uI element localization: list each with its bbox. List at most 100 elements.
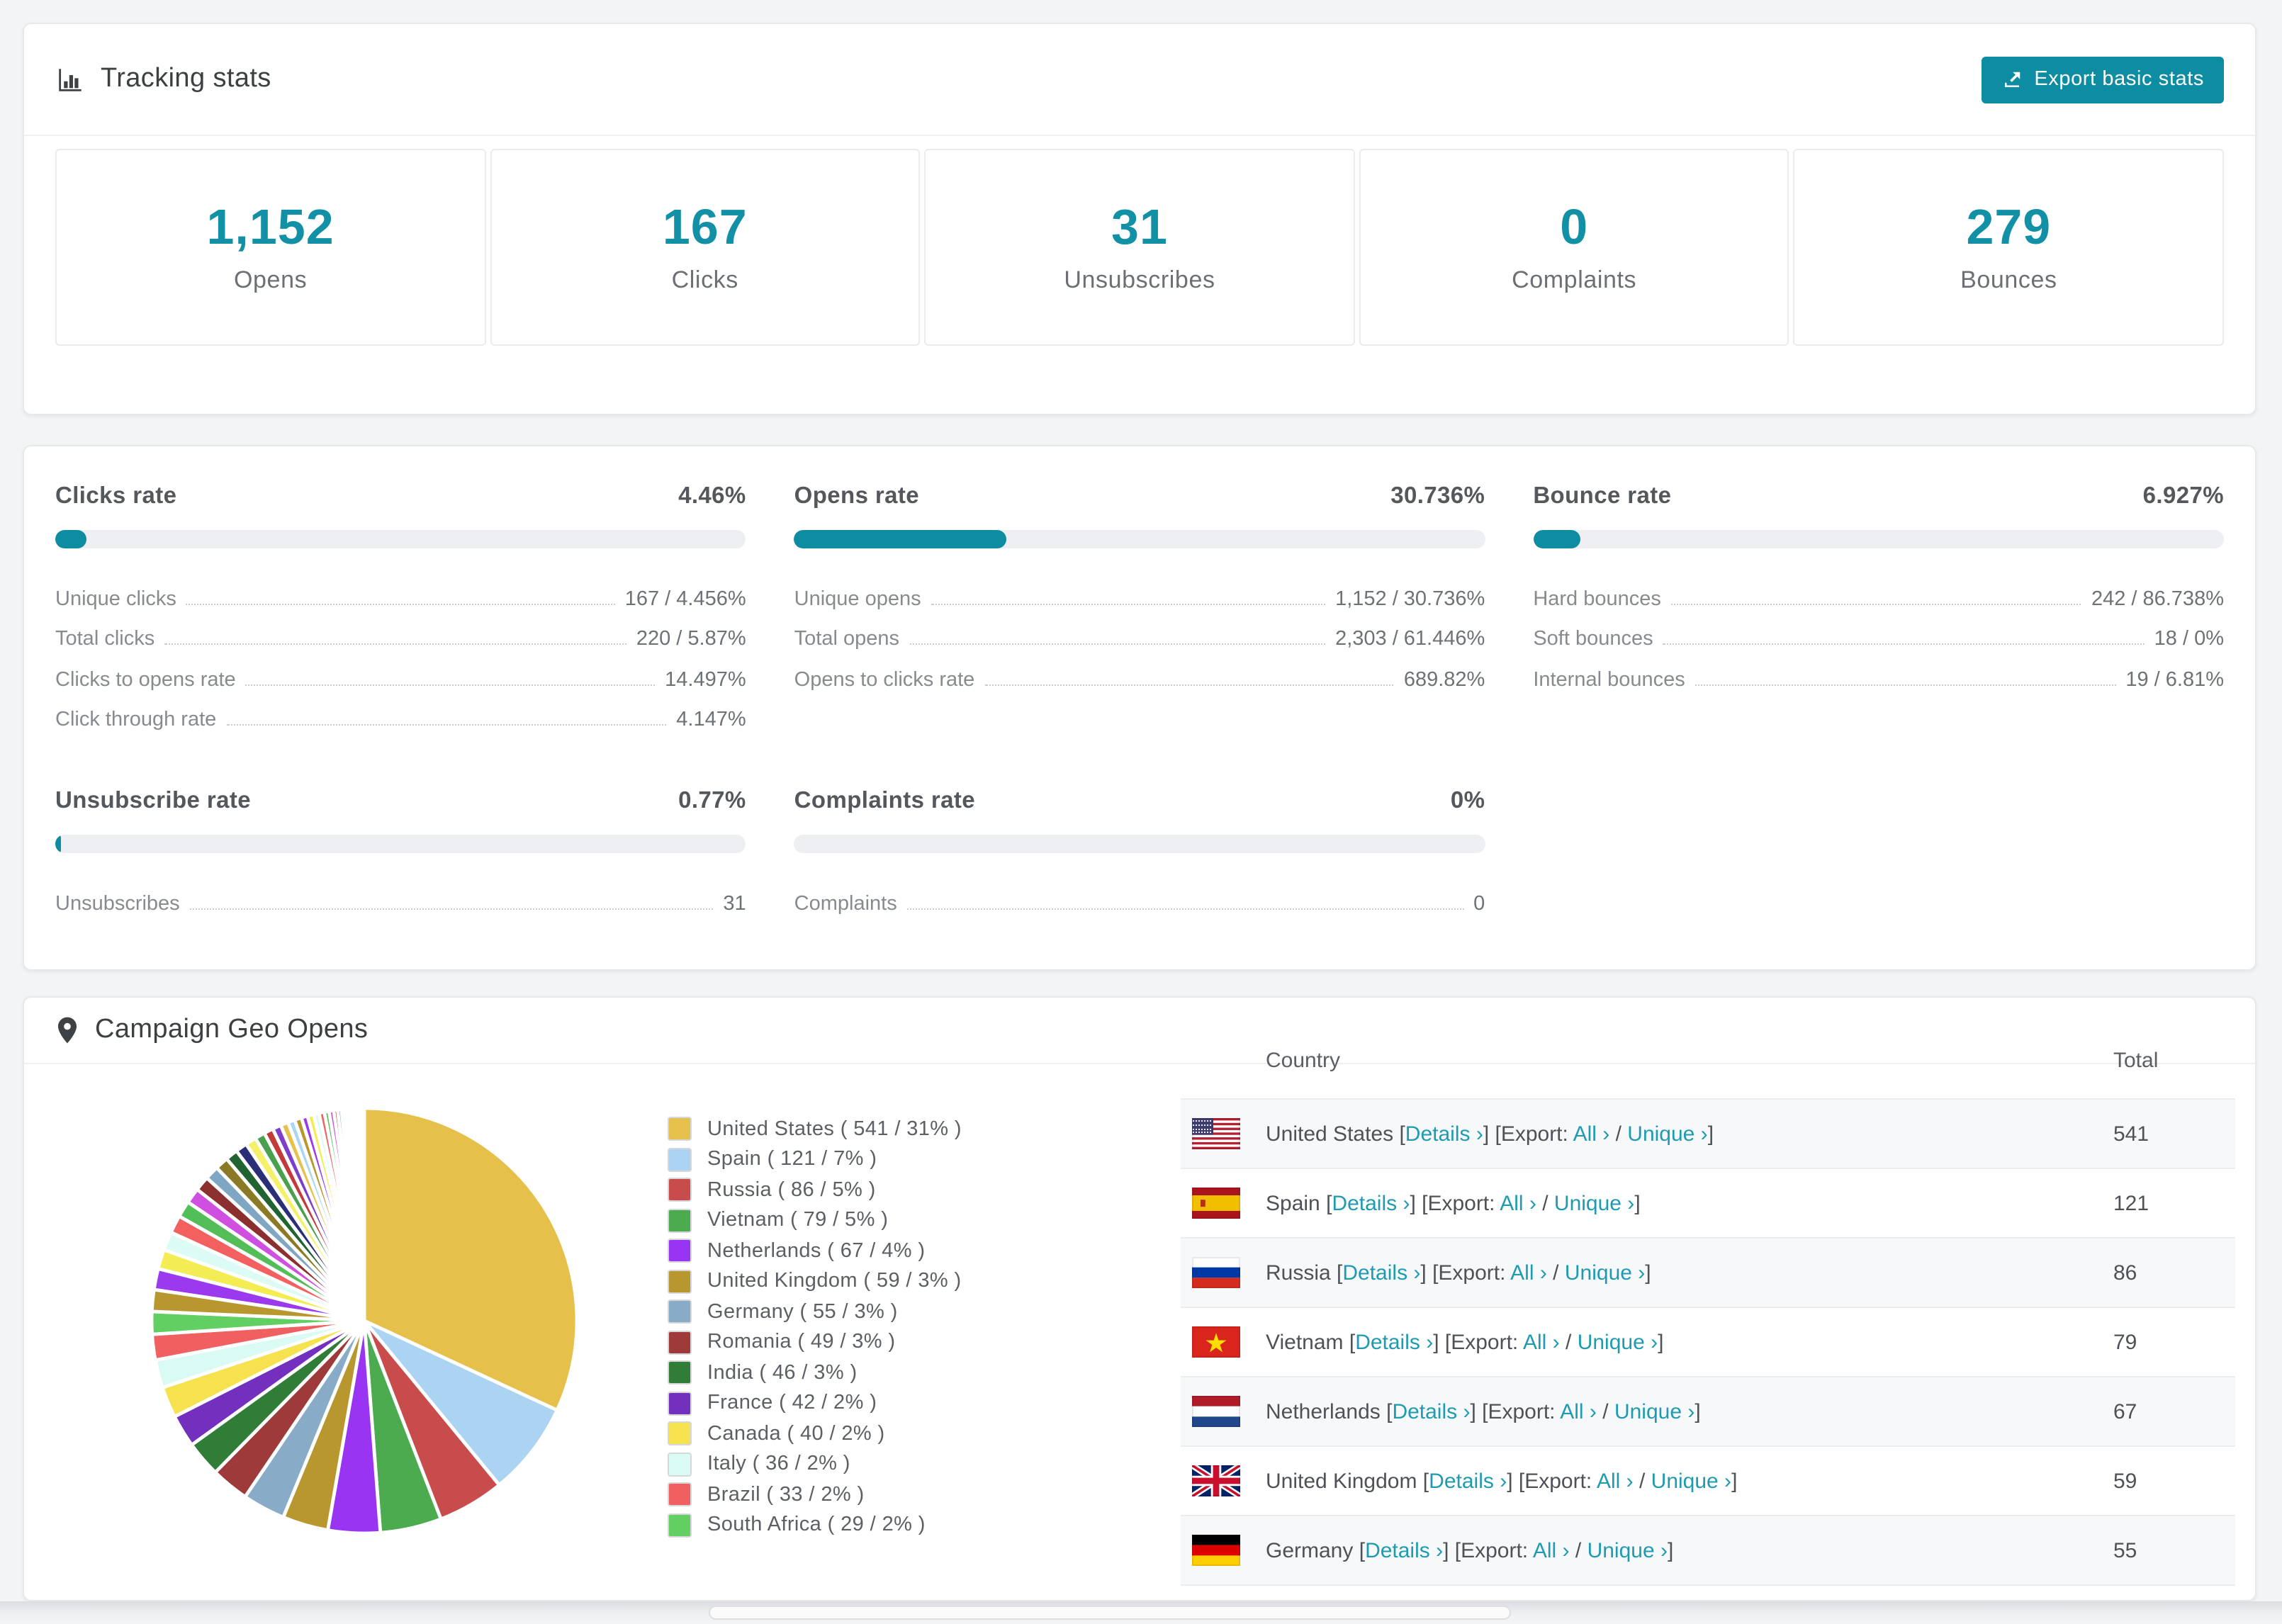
export-unique-link[interactable]: Unique › xyxy=(1614,1399,1694,1423)
rate-row: Clicks to opens rate 14.497% xyxy=(55,650,746,691)
rate-panel-title: Opens rate xyxy=(794,483,920,509)
legend-swatch xyxy=(668,1452,692,1477)
export-all-link[interactable]: All › xyxy=(1560,1399,1597,1423)
export-unique-link[interactable]: Unique › xyxy=(1554,1191,1634,1215)
stat-label: Bounces xyxy=(1960,266,2057,293)
legend-swatch xyxy=(668,1117,692,1141)
geo-row-text: Germany [Details ›] [Export: All › / Uni… xyxy=(1266,1538,1674,1562)
rate-panel-clicks-rate: Clicks rate 4.46% Unique clicks 167 / 4.456… xyxy=(55,483,746,731)
geo-table-row-united-states: United States [Details ›] [Export: All ›… xyxy=(1181,1100,2235,1169)
progress-bar xyxy=(794,530,1485,548)
geo-table-row-spain: Spain [Details ›] [Export: All › / Uniqu… xyxy=(1181,1169,2235,1239)
legend-label: Brazil ( 33 / 2% ) xyxy=(707,1483,865,1506)
rate-row-value: 689.82% xyxy=(1403,668,1485,691)
details-link[interactable]: Details › xyxy=(1429,1469,1507,1493)
legend-item-germany: Germany ( 55 / 3% ) xyxy=(668,1297,962,1327)
rate-panel-head: Bounce rate 6.927% xyxy=(1533,483,2224,510)
rate-rows: Hard bounces 242 / 86.738% Soft bounces 18 … xyxy=(1533,570,2224,691)
dotted-leader xyxy=(1663,643,2145,645)
rate-rows: Complaints 0 xyxy=(794,874,1485,915)
geo-row-total: 55 xyxy=(2113,1538,2137,1562)
legend-label: Vietnam ( 79 / 5% ) xyxy=(707,1209,889,1232)
dotted-leader xyxy=(984,684,1394,685)
legend-swatch xyxy=(668,1513,692,1538)
progress-bar xyxy=(1533,530,2224,548)
rate-grid: Clicks rate 4.46% Unique clicks 167 / 4.456… xyxy=(55,483,2224,915)
export-all-link[interactable]: All › xyxy=(1510,1261,1547,1285)
legend-item-romania: Romania ( 49 / 3% ) xyxy=(668,1327,962,1358)
dotted-leader xyxy=(186,603,615,604)
rate-panel-title: Clicks rate xyxy=(55,483,177,509)
details-link[interactable]: Details › xyxy=(1342,1261,1420,1285)
details-link[interactable]: Details › xyxy=(1332,1191,1410,1215)
legend-swatch xyxy=(668,1178,692,1202)
rate-row-value: 14.497% xyxy=(665,668,746,691)
export-unique-link[interactable]: Unique › xyxy=(1578,1330,1658,1354)
rate-row-label: Soft bounces xyxy=(1533,628,1653,650)
stat-box-complaints: 0 Complaints xyxy=(1359,149,1789,346)
rate-panel-title: Complaints rate xyxy=(794,788,976,813)
dotted-leader xyxy=(189,908,714,909)
progress-bar xyxy=(55,530,746,548)
details-link[interactable]: Details › xyxy=(1355,1330,1433,1354)
legend-label: United Kingdom ( 59 / 3% ) xyxy=(707,1270,962,1293)
details-link[interactable]: Details › xyxy=(1392,1399,1470,1423)
dotted-leader xyxy=(245,684,656,685)
dotted-leader xyxy=(1694,684,2116,685)
legend-item-brazil: Brazil ( 33 / 2% ) xyxy=(668,1479,962,1510)
flag-gb-icon xyxy=(1190,1462,1242,1499)
geo-row-text: Spain [Details ›] [Export: All › / Uniqu… xyxy=(1266,1191,1641,1215)
rate-row: Total clicks 220 / 5.87% xyxy=(55,610,746,650)
horizontal-scrollbar-thumb[interactable] xyxy=(709,1606,1511,1620)
export-basic-stats-button[interactable]: Export basic stats xyxy=(1982,56,2224,103)
rate-row-label: Clicks to opens rate xyxy=(55,668,236,691)
legend-label: Canada ( 40 / 2% ) xyxy=(707,1422,885,1445)
legend-swatch xyxy=(668,1482,692,1507)
rate-row: Hard bounces 242 / 86.738% xyxy=(1533,570,2224,610)
export-unique-link[interactable]: Unique › xyxy=(1587,1538,1668,1562)
geo-row-text: United Kingdom [Details ›] [Export: All … xyxy=(1266,1469,1738,1493)
legend-label: Romania ( 49 / 3% ) xyxy=(707,1331,896,1354)
export-all-link[interactable]: All › xyxy=(1500,1191,1536,1215)
stat-box-opens: 1,152 Opens xyxy=(55,149,486,346)
export-all-link[interactable]: All › xyxy=(1597,1469,1634,1493)
details-link[interactable]: Details › xyxy=(1365,1538,1443,1562)
details-link[interactable]: Details › xyxy=(1405,1122,1483,1146)
export-unique-link[interactable]: Unique › xyxy=(1651,1469,1731,1493)
rate-panel-unsubscribe-rate: Unsubscribe rate 0.77% Unsubscribes 31 xyxy=(55,788,746,915)
rate-panel-head: Complaints rate 0% xyxy=(794,788,1485,815)
progress-bar xyxy=(55,835,746,853)
rate-row-label: Total clicks xyxy=(55,628,155,650)
rate-panel-head: Unsubscribe rate 0.77% xyxy=(55,788,746,815)
export-icon xyxy=(2001,69,2023,90)
export-unique-link[interactable]: Unique › xyxy=(1627,1122,1707,1146)
geo-table-rows: United States [Details ›] [Export: All ›… xyxy=(1181,1100,2235,1586)
rate-row-value: 167 / 4.456% xyxy=(624,587,746,610)
progress-bar-fill xyxy=(55,835,61,853)
flag-de-icon xyxy=(1192,1535,1240,1566)
legend-item-russia: Russia ( 86 / 5% ) xyxy=(668,1175,962,1205)
geo-row-total: 67 xyxy=(2113,1399,2137,1423)
dotted-leader xyxy=(909,643,1326,645)
flag-vn-icon xyxy=(1192,1326,1240,1358)
stat-box-bounces: 279 Bounces xyxy=(1793,149,2224,346)
legend-label: South Africa ( 29 / 2% ) xyxy=(707,1513,926,1537)
rate-row: Unsubscribes 31 xyxy=(55,874,746,915)
legend-item-india: India ( 46 / 3% ) xyxy=(668,1358,962,1388)
export-all-link[interactable]: All › xyxy=(1523,1330,1560,1354)
export-all-link[interactable]: All › xyxy=(1533,1538,1570,1562)
export-all-link[interactable]: All › xyxy=(1573,1122,1610,1146)
geo-table-row-netherlands: Netherlands [Details ›] [Export: All › /… xyxy=(1181,1377,2235,1447)
geo-row-text: Vietnam [Details ›] [Export: All › / Uni… xyxy=(1266,1330,1664,1354)
dotted-leader xyxy=(906,908,1464,909)
stat-label: Clicks xyxy=(671,266,738,293)
rate-row-label: Opens to clicks rate xyxy=(794,668,975,691)
geo-table: Country Total United States [Details ›] … xyxy=(1181,1022,2235,1586)
rate-row: Unique opens 1,152 / 30.736% xyxy=(794,570,1485,610)
geo-opens-pie-chart[interactable] xyxy=(149,1105,580,1536)
rate-row-label: Complaints xyxy=(794,892,897,915)
legend-swatch xyxy=(668,1269,692,1294)
country-column-header: Country xyxy=(1266,1048,1341,1072)
export-unique-link[interactable]: Unique › xyxy=(1565,1261,1645,1285)
rate-row-label: Internal bounces xyxy=(1533,668,1685,691)
